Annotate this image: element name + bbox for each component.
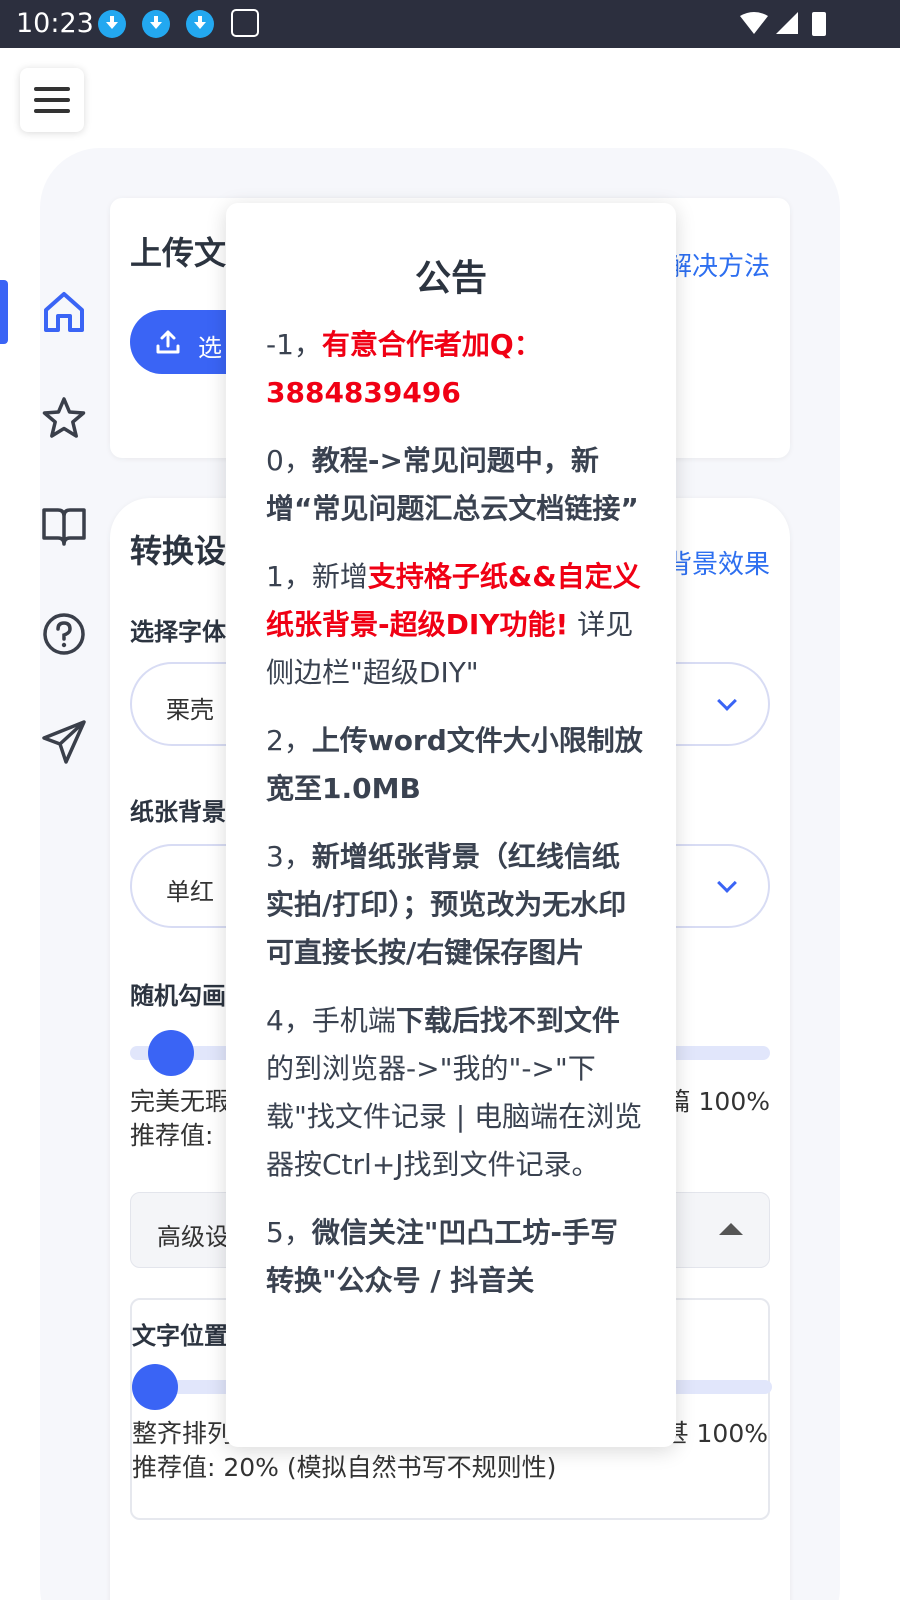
- text-position-label: 文字位置: [132, 1322, 228, 1350]
- wifi-icon: [740, 12, 768, 34]
- modal-body: -1，有意合作者加Q：3884839496 0，教程->常见问题中，新增“常见问…: [266, 321, 646, 1325]
- battery-icon: [812, 12, 826, 36]
- chevron-down-icon: [717, 691, 737, 711]
- paper-select-value: 单红: [166, 878, 214, 906]
- caret-up-icon: [719, 1223, 743, 1235]
- download-notification-icon: [186, 10, 214, 38]
- slider2-left-text: 整齐排列: [132, 1419, 233, 1448]
- slider1-hint: 推荐值:: [130, 1121, 214, 1150]
- settings-card-title: 转换设: [130, 532, 227, 570]
- announcement-item: 4，手机端下载后找不到文件的到浏览器->"我的"->"下载"找文件记录 | 电脑…: [266, 1004, 643, 1181]
- announcement-item: 5，微信关注"凹凸工坊-手写转换"公众号 / 抖音关: [266, 1216, 619, 1297]
- download-notification-icon: [142, 10, 170, 38]
- random-slider-thumb[interactable]: [148, 1030, 194, 1076]
- slider1-left-text: 完美无瑕: [130, 1087, 231, 1116]
- announcement-item: 2，上传word文件大小限制放宽至1.0MB: [266, 724, 643, 805]
- announcement-item: 1，新增支持格子纸&&自定义纸张背景-超级DIY功能! 详见侧边栏"超级DIY": [266, 560, 641, 689]
- send-icon[interactable]: [40, 718, 88, 766]
- status-bar: 10:23: [0, 0, 900, 48]
- slider1-right-text: 篇 100%: [665, 1087, 770, 1116]
- announcement-modal: 公告 -1，有意合作者加Q：3884839496 0，教程->常见问题中，新增“…: [226, 203, 676, 1447]
- upload-card-title: 上传文: [130, 234, 227, 272]
- font-select-value: 栗壳: [166, 696, 214, 724]
- help-icon[interactable]: [40, 610, 88, 658]
- status-time: 10:23: [16, 8, 94, 39]
- menu-button[interactable]: [20, 68, 84, 132]
- paper-label: 纸张背景: [130, 798, 226, 826]
- announcement-item: 3，新增纸张背景（红线信纸实拍/打印）；预览改为无水印可直接长按/右键保存图片: [266, 840, 627, 969]
- slider2-right-text: 甚 100%: [663, 1419, 768, 1448]
- star-icon[interactable]: [40, 395, 88, 443]
- app-notification-icon: [231, 9, 259, 37]
- advanced-label: 高级设: [157, 1223, 229, 1251]
- text-position-slider-thumb[interactable]: [132, 1364, 178, 1410]
- nav-active-indicator: [0, 280, 8, 344]
- chevron-down-icon: [717, 873, 737, 893]
- slider2-hint: 推荐值: 20% (模拟自然书写不规则性): [132, 1453, 557, 1482]
- book-icon[interactable]: [40, 502, 88, 550]
- upload-button-label: 选: [198, 334, 222, 362]
- announcement-item: 0，教程->常见问题中，新增“常见问题汇总云文档链接”: [266, 444, 639, 525]
- random-label: 随机勾画: [130, 982, 226, 1010]
- signal-icon: [776, 12, 798, 34]
- upload-icon: [156, 330, 180, 354]
- background-effect-link[interactable]: 背景效果: [666, 544, 770, 581]
- announcement-item: -1，有意合作者加Q：3884839496: [266, 328, 542, 409]
- font-label: 选择字体: [130, 618, 226, 646]
- home-icon[interactable]: [40, 288, 88, 336]
- download-notification-icon: [98, 10, 126, 38]
- solution-link[interactable]: 解决方法: [666, 246, 770, 283]
- modal-title: 公告: [414, 258, 487, 299]
- status-icons: [740, 12, 826, 36]
